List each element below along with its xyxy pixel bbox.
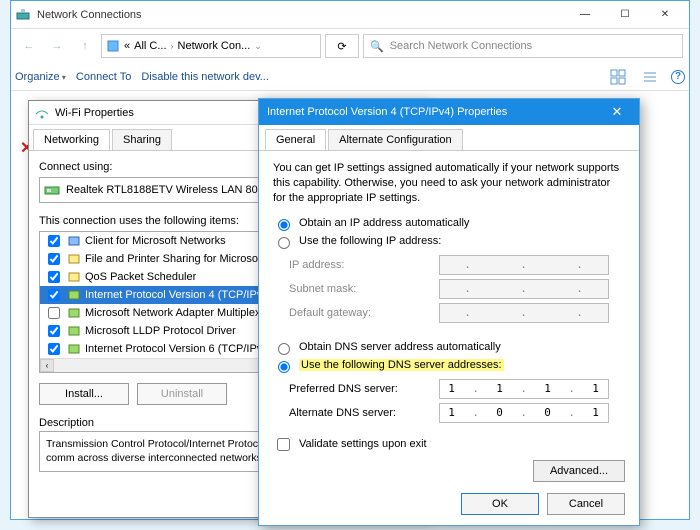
gateway-field: ... <box>439 303 609 323</box>
alternate-dns-label: Alternate DNS server: <box>289 407 439 419</box>
wifi-icon <box>35 106 49 120</box>
back-button[interactable]: ← <box>17 34 41 58</box>
maximize-button[interactable]: ☐ <box>605 2 645 28</box>
protocol-icon <box>67 342 81 356</box>
install-button[interactable]: Install... <box>39 383 129 405</box>
subnet-mask-field: ... <box>439 279 609 299</box>
control-panel-icon <box>106 39 120 53</box>
preferred-dns-label: Preferred DNS server: <box>289 383 439 395</box>
protocol-icon <box>67 288 81 302</box>
breadcrumb-seg2[interactable]: Network Con... <box>178 40 251 52</box>
connect-to-button[interactable]: Connect To <box>76 71 131 83</box>
tab-general[interactable]: General <box>265 129 326 150</box>
cancel-button[interactable]: Cancel <box>547 493 625 515</box>
title-bar: Network Connections — ☐ ✕ <box>11 1 689 29</box>
window-controls: — ☐ ✕ <box>565 2 685 28</box>
breadcrumb-root: « <box>124 40 130 52</box>
help-icon[interactable]: ? <box>671 70 685 84</box>
ok-button[interactable]: OK <box>461 493 539 515</box>
protocol-icon <box>67 306 81 320</box>
radio-input[interactable] <box>278 361 290 373</box>
forward-button[interactable]: → <box>45 34 69 58</box>
radio-dns-manual[interactable]: Use the following DNS server addresses: <box>273 358 625 373</box>
close-button[interactable]: ✕ <box>645 2 685 28</box>
subnet-mask-label: Subnet mask: <box>289 283 439 295</box>
service-icon <box>67 270 81 284</box>
ipv4-dialog-title: Internet Protocol Version 4 (TCP/IPv4) P… <box>267 106 507 118</box>
protocol-icon <box>67 324 81 338</box>
chevron-down-icon[interactable]: ⌄ <box>254 41 262 52</box>
view-details-button[interactable] <box>639 66 661 88</box>
minimize-button[interactable]: — <box>565 2 605 28</box>
breadcrumb[interactable]: « All C... › Network Con... ⌄ <box>101 34 321 58</box>
up-button[interactable]: ↑ <box>73 34 97 58</box>
scroll-left-button[interactable]: ‹ <box>40 359 54 372</box>
checkbox[interactable] <box>48 343 60 355</box>
organize-menu[interactable]: Organize <box>15 71 66 83</box>
ip-address-field: ... <box>439 255 609 275</box>
tab-networking[interactable]: Networking <box>33 129 110 150</box>
validate-checkbox[interactable] <box>277 438 290 451</box>
checkbox[interactable] <box>48 307 60 319</box>
ipv4-description: You can get IP settings assigned automat… <box>273 161 625 206</box>
nic-icon <box>44 182 60 198</box>
radio-ip-manual[interactable]: Use the following IP address: <box>273 234 625 249</box>
network-icon <box>15 7 31 23</box>
window-title: Network Connections <box>37 9 565 21</box>
tab-sharing[interactable]: Sharing <box>112 129 172 150</box>
wifi-dialog-title: Wi-Fi Properties <box>55 107 134 119</box>
uninstall-button: Uninstall <box>137 383 227 405</box>
chevron-right-icon: › <box>171 41 174 51</box>
ipv4-tabs: General Alternate Configuration <box>259 125 639 151</box>
checkbox[interactable] <box>48 235 60 247</box>
client-icon <box>67 234 81 248</box>
checkbox[interactable] <box>48 271 60 283</box>
radio-ip-auto[interactable]: Obtain an IP address automatically <box>273 216 625 231</box>
preferred-dns-field[interactable]: 1. 1. 1. 1 <box>439 379 609 399</box>
ip-address-label: IP address: <box>289 259 439 271</box>
radio-input[interactable] <box>278 219 290 231</box>
ipv4-properties-dialog: Internet Protocol Version 4 (TCP/IPv4) P… <box>258 98 640 526</box>
radio-input[interactable] <box>278 343 290 355</box>
view-icons-button[interactable] <box>607 66 629 88</box>
alternate-dns-field[interactable]: 1. 0. 0. 1 <box>439 403 609 423</box>
search-icon: 🔍 <box>370 40 384 53</box>
checkbox[interactable] <box>48 253 60 265</box>
validate-checkbox-row[interactable]: Validate settings upon exit <box>273 435 625 454</box>
refresh-button[interactable]: ⟳ <box>325 34 359 58</box>
nav-bar: ← → ↑ « All C... › Network Con... ⌄ ⟳ 🔍 … <box>11 29 689 63</box>
advanced-button[interactable]: Advanced... <box>533 460 625 482</box>
service-icon <box>67 252 81 266</box>
checkbox[interactable] <box>48 289 60 301</box>
radio-input[interactable] <box>278 237 290 249</box>
search-input[interactable]: 🔍 Search Network Connections <box>363 34 683 58</box>
command-bar: Organize Connect To Disable this network… <box>11 63 689 91</box>
breadcrumb-seg1[interactable]: All C... <box>134 40 166 52</box>
radio-dns-auto[interactable]: Obtain DNS server address automatically <box>273 340 625 355</box>
search-placeholder: Search Network Connections <box>390 40 532 52</box>
tab-alternate-config[interactable]: Alternate Configuration <box>328 129 463 150</box>
gateway-label: Default gateway: <box>289 307 439 319</box>
disable-device-button[interactable]: Disable this network dev... <box>141 71 269 83</box>
ipv4-title-bar: Internet Protocol Version 4 (TCP/IPv4) P… <box>259 99 639 125</box>
close-button[interactable]: ✕ <box>603 104 631 120</box>
adapter-name: Realtek RTL8188ETV Wireless LAN 802. <box>66 184 267 196</box>
checkbox[interactable] <box>48 325 60 337</box>
